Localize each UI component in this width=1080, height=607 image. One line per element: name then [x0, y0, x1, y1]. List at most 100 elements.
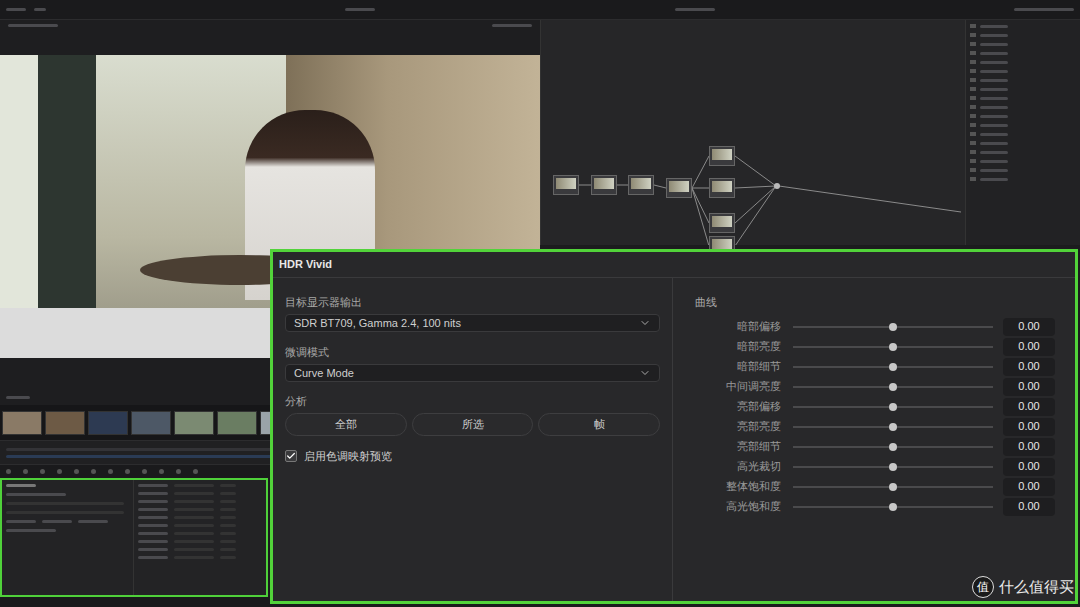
- tool-icon[interactable]: [57, 469, 62, 474]
- slider-value[interactable]: 0.00: [1003, 398, 1055, 416]
- placeholder-bar: [980, 70, 1008, 73]
- slider-track[interactable]: [793, 326, 993, 328]
- tool-icon[interactable]: [176, 469, 181, 474]
- slider-value[interactable]: 0.00: [1003, 318, 1055, 336]
- placeholder-bar: [220, 524, 236, 527]
- tool-icon[interactable]: [40, 469, 45, 474]
- tool-icon[interactable]: [6, 469, 11, 474]
- slider-label: 暗部细节: [695, 358, 781, 375]
- grade-node[interactable]: [666, 178, 692, 198]
- tool-icon[interactable]: [74, 469, 79, 474]
- slider-value[interactable]: 0.00: [1003, 358, 1055, 376]
- slider-value[interactable]: 0.00: [1003, 458, 1055, 476]
- slider-track[interactable]: [793, 486, 993, 488]
- slider-knob[interactable]: [889, 423, 897, 431]
- slider-value[interactable]: 0.00: [1003, 438, 1055, 456]
- placeholder-bar: [138, 556, 168, 559]
- analysis-button[interactable]: 全部: [285, 413, 407, 436]
- slider-knob[interactable]: [889, 443, 897, 451]
- node-links-icon: [541, 20, 966, 245]
- placeholder-bar: [138, 532, 168, 535]
- curves-column: 曲线暗部偏移0.00暗部亮度0.00暗部细节0.00中间调亮度0.00亮部偏移0…: [673, 278, 1075, 601]
- placeholder-bar: [174, 524, 214, 527]
- slider-label: 亮部亮度: [695, 418, 781, 435]
- tool-icon[interactable]: [142, 469, 147, 474]
- clip-thumbnail[interactable]: [131, 411, 171, 435]
- grade-node[interactable]: [591, 175, 617, 195]
- slider-track[interactable]: [793, 506, 993, 508]
- grade-node[interactable]: [553, 175, 579, 195]
- preview-checkbox-row[interactable]: 启用色调映射预览: [285, 448, 660, 465]
- slider-track[interactable]: [793, 346, 993, 348]
- grade-node[interactable]: [709, 146, 735, 166]
- analysis-button[interactable]: 帧: [538, 413, 660, 436]
- curve-slider-row: 亮部偏移0.00: [695, 397, 1057, 417]
- target-output-dropdown[interactable]: SDR BT709, Gamma 2.4, 100 nits: [285, 314, 660, 333]
- slider-track[interactable]: [793, 406, 993, 408]
- slider-value[interactable]: 0.00: [1003, 338, 1055, 356]
- grade-node[interactable]: [709, 178, 735, 198]
- grade-node[interactable]: [709, 213, 735, 233]
- slider-track[interactable]: [793, 426, 993, 428]
- slider-knob[interactable]: [889, 343, 897, 351]
- analysis-button[interactable]: 所选: [412, 413, 534, 436]
- preview-checkbox[interactable]: [285, 450, 297, 462]
- clip-thumbnail[interactable]: [174, 411, 214, 435]
- slider-value[interactable]: 0.00: [1003, 498, 1055, 516]
- placeholder-bar: [492, 24, 532, 27]
- curve-slider-row: 暗部亮度0.00: [695, 337, 1057, 357]
- curve-slider-row: 整体饱和度 0.00: [695, 477, 1057, 497]
- slider-knob[interactable]: [889, 503, 897, 511]
- placeholder-bar: [138, 548, 168, 551]
- clip-thumbnail[interactable]: [2, 411, 42, 435]
- tool-icon[interactable]: [23, 469, 28, 474]
- placeholder-bar: [6, 502, 124, 505]
- slider-knob[interactable]: [889, 463, 897, 471]
- tool-icon[interactable]: [125, 469, 130, 474]
- clip-thumbnail[interactable]: [88, 411, 128, 435]
- top-bar: [0, 0, 1080, 20]
- slider-track[interactable]: [793, 446, 993, 448]
- slider-knob[interactable]: [889, 383, 897, 391]
- placeholder-bar: [1014, 8, 1074, 11]
- slider-knob[interactable]: [889, 483, 897, 491]
- placeholder-bar: [6, 493, 66, 496]
- slider-knob[interactable]: [889, 323, 897, 331]
- tool-icon[interactable]: [108, 469, 113, 474]
- slider-track[interactable]: [793, 386, 993, 388]
- slider-knob[interactable]: [889, 363, 897, 371]
- node-graph: [540, 20, 965, 245]
- slider-track[interactable]: [793, 366, 993, 368]
- grade-node[interactable]: [628, 175, 654, 195]
- placeholder-bar: [220, 492, 236, 495]
- placeholder-bar: [6, 511, 124, 514]
- slider-knob[interactable]: [889, 403, 897, 411]
- slider-track[interactable]: [793, 466, 993, 468]
- slider-label: 高光裁切: [695, 458, 781, 475]
- curve-slider-row: 暗部偏移0.00: [695, 317, 1057, 337]
- tool-icon[interactable]: [91, 469, 96, 474]
- curve-slider-row: 暗部细节 0.00: [695, 357, 1057, 377]
- placeholder-bar: [8, 24, 58, 27]
- placeholder-bar: [174, 484, 214, 487]
- placeholder-bar: [980, 34, 1008, 37]
- settings-column: 目标显示器输出SDR BT709, Gamma 2.4, 100 nits微调模…: [273, 278, 673, 601]
- analysis-buttons: 全部所选帧: [285, 413, 660, 436]
- slider-value[interactable]: 0.00: [1003, 418, 1055, 436]
- tool-icon[interactable]: [193, 469, 198, 474]
- placeholder-bar: [34, 8, 46, 11]
- slider-label: 中间调亮度: [695, 378, 781, 395]
- tool-icon[interactable]: [159, 469, 164, 474]
- slider-label: 整体饱和度: [695, 478, 781, 495]
- curve-slider-row: 高光裁切 0.00: [695, 457, 1057, 477]
- tuning-mode-dropdown[interactable]: Curve Mode: [285, 364, 660, 383]
- slider-value[interactable]: 0.00: [1003, 378, 1055, 396]
- field-label: 分析: [285, 393, 660, 410]
- clip-thumbnail[interactable]: [45, 411, 85, 435]
- clip-thumbnail[interactable]: [217, 411, 257, 435]
- placeholder-bar: [220, 556, 236, 559]
- placeholder-bar: [980, 52, 1008, 55]
- slider-value[interactable]: 0.00: [1003, 478, 1055, 496]
- watermark: 值什么值得买: [972, 576, 1074, 599]
- curve-slider-row: 中间调亮度 0.00: [695, 377, 1057, 397]
